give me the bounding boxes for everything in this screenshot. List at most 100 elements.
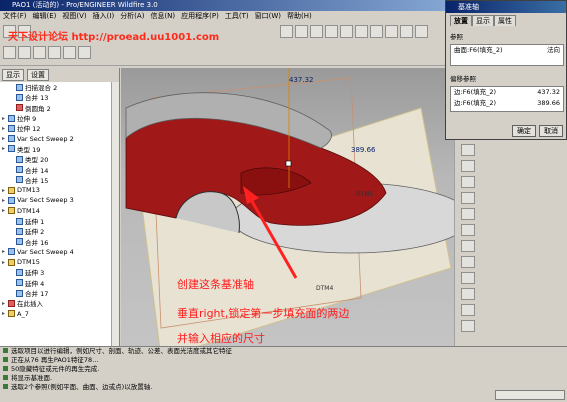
references-list[interactable]: 曲面:F6(填充_2) 法向: [450, 44, 564, 66]
tree-item[interactable]: 合并 15: [2, 175, 119, 185]
tree-item-label: 延伸 1: [25, 218, 45, 226]
tree-item[interactable]: ▸ Var Sect Sweep 2: [2, 133, 119, 143]
ok-button[interactable]: 确定: [512, 125, 536, 137]
datum-label-b: DTM5: [356, 191, 373, 198]
tree-item[interactable]: 延伸 1: [2, 216, 119, 226]
wireframe-icon[interactable]: [3, 46, 16, 59]
tree-item[interactable]: 类型 20: [2, 154, 119, 164]
menu-applications[interactable]: 应用程序(P): [181, 11, 219, 22]
feature-icon: [16, 279, 23, 287]
tree-item[interactable]: 合并 13: [2, 92, 119, 102]
tree-item-label: Var Sect Sweep 3: [17, 196, 74, 205]
offset-references-list[interactable]: 边:F6(填充_2) 437.32 边:F6(填充_2) 389.66: [450, 86, 564, 112]
no-hidden-icon[interactable]: [33, 46, 46, 59]
menu-window[interactable]: 窗口(W): [255, 11, 281, 22]
tree-item-label: 类型 20: [25, 156, 49, 165]
draft-tool-icon[interactable]: [461, 304, 475, 316]
feature-icon: [8, 145, 15, 153]
feature-icon: [16, 227, 23, 235]
offset-references-group: 偏移参照 边:F6(填充_2) 437.32 边:F6(填充_2) 389.66: [450, 73, 564, 112]
menu-help[interactable]: 帮助(H): [287, 11, 312, 22]
cancel-button[interactable]: 取消: [539, 125, 563, 137]
round-tool-icon[interactable]: [461, 288, 475, 300]
extrude-tool-icon[interactable]: [461, 224, 475, 236]
menu-analysis[interactable]: 分析(A): [120, 11, 144, 22]
tree-item[interactable]: ▸ 类型 19: [2, 144, 119, 154]
tree-item[interactable]: 扫描混合 2: [2, 82, 119, 92]
annotation-line-1: 创建这条基准轴: [177, 278, 254, 291]
annotation-icon[interactable]: [78, 46, 91, 59]
orient-icon[interactable]: [340, 25, 353, 38]
offset-row-1[interactable]: 边:F6(填充_2) 437.32: [451, 87, 563, 98]
datum-axes-icon[interactable]: [415, 25, 428, 38]
model-tree-scrollbar[interactable]: [111, 82, 119, 346]
menu-insert[interactable]: 插入(I): [93, 11, 115, 22]
menu-view[interactable]: 视图(V): [62, 11, 86, 22]
saved-views-icon[interactable]: [355, 25, 368, 38]
feature-icon: [16, 104, 23, 112]
message-bullet-icon: [3, 384, 8, 389]
tree-item[interactable]: ▸ DTM14: [2, 206, 119, 216]
hole-tool-icon[interactable]: [461, 272, 475, 284]
tree-item[interactable]: ▸ A_7: [2, 309, 119, 319]
menu-file[interactable]: 文件(F): [3, 11, 27, 22]
sweep-tool-icon[interactable]: [461, 256, 475, 268]
layers-icon[interactable]: [370, 25, 383, 38]
zoom-out-icon[interactable]: [310, 25, 323, 38]
tree-item[interactable]: ▸ DTM15: [2, 257, 119, 267]
view-manager-icon[interactable]: [385, 25, 398, 38]
shading-icon[interactable]: [48, 46, 61, 59]
tab-properties[interactable]: 属性: [494, 15, 516, 26]
spin-center-icon[interactable]: [63, 46, 76, 59]
message-line: 正在从76 再生PAO1特征78...: [0, 356, 567, 365]
tree-item-label: 扫描混合 2: [25, 84, 58, 93]
hidden-line-icon[interactable]: [18, 46, 31, 59]
tree-item[interactable]: 倒圆角 2: [2, 103, 119, 113]
smart-filter[interactable]: [495, 390, 565, 400]
dimension-label-2[interactable]: 389.66: [351, 146, 376, 154]
tree-item-label: 延伸 2: [25, 228, 45, 237]
feature-icon: [16, 238, 23, 246]
rib-tool-icon[interactable]: [461, 320, 475, 332]
repaint-icon[interactable]: [280, 25, 293, 38]
datum-point-tool-icon[interactable]: [461, 192, 475, 204]
datum-curve-tool-icon[interactable]: [461, 176, 475, 188]
tree-item-label: 在此插入: [17, 300, 43, 309]
menu-info[interactable]: 信息(N): [150, 11, 175, 22]
tree-item-label: 合并 14: [25, 166, 49, 175]
tree-item[interactable]: 延伸 2: [2, 226, 119, 236]
dimension-label-1[interactable]: 437.32: [289, 76, 314, 84]
tree-item[interactable]: ▸ DTM13: [2, 185, 119, 195]
tree-item[interactable]: ▸ 拉伸 12: [2, 123, 119, 133]
tree-item[interactable]: ▸ 拉伸 9: [2, 113, 119, 123]
graphics-viewport[interactable]: 437.32 389.66 DTM4 DTM5 创建这条基准轴 垂直right,…: [121, 68, 454, 346]
tree-item[interactable]: ▸ Var Sect Sweep 3: [2, 195, 119, 205]
revolve-tool-icon[interactable]: [461, 240, 475, 252]
tree-item[interactable]: 合并 14: [2, 164, 119, 175]
tree-item[interactable]: 延伸 4: [2, 278, 119, 288]
tree-item-label: Var Sect Sweep 4: [17, 247, 74, 256]
tree-item[interactable]: ▸ 在此插入: [2, 298, 119, 308]
datum-axis-tool-icon[interactable]: [461, 160, 475, 172]
menu-edit[interactable]: 编辑(E): [33, 11, 57, 22]
tab-settings[interactable]: 设置: [27, 69, 49, 81]
coordinate-system-icon[interactable]: [461, 208, 475, 220]
offset-row-2[interactable]: 边:F6(填充_2) 389.66: [451, 98, 563, 109]
tree-item[interactable]: ▸ Var Sect Sweep 4: [2, 247, 119, 257]
tab-placement[interactable]: 放置: [450, 15, 472, 26]
tree-item[interactable]: 合并 17: [2, 288, 119, 298]
annotation-line-2: 垂直right,锁定第一步填充面的两边: [177, 307, 350, 320]
dialog-tabs: 放置 显示 属性: [450, 15, 564, 26]
tree-item[interactable]: 延伸 3: [2, 267, 119, 277]
refit-icon[interactable]: [325, 25, 338, 38]
dialog-title: 基准轴: [458, 3, 479, 11]
tree-item[interactable]: 合并 16: [2, 236, 119, 247]
tab-display[interactable]: 显示: [472, 15, 494, 26]
datum-plane-tool-icon[interactable]: [461, 144, 475, 156]
axis-handle[interactable]: [285, 160, 292, 167]
datum-planes-icon[interactable]: [400, 25, 413, 38]
tab-display[interactable]: 显示: [2, 69, 24, 81]
reference-row[interactable]: 曲面:F6(填充_2) 法向: [451, 45, 563, 56]
menu-tools[interactable]: 工具(T): [225, 11, 249, 22]
zoom-in-icon[interactable]: [295, 25, 308, 38]
